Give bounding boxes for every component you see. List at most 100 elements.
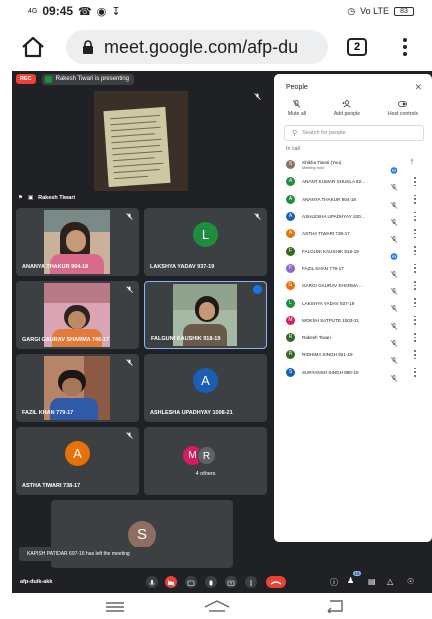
more-options-icon[interactable] [413, 298, 417, 308]
participant-tile[interactable]: L LAKSHYA YADAV 937-19 [144, 208, 267, 276]
camera-off-button[interactable] [165, 576, 177, 588]
raise-hand-button[interactable] [205, 576, 217, 588]
mic-off-icon [390, 230, 398, 243]
mute-all-button[interactable]: Mute all [288, 100, 306, 117]
participant-name-text: ANANT KUMAR SHUKLA 82... [302, 179, 365, 185]
participant-tile[interactable]: FAZIL KHAN 779-17 [16, 354, 139, 422]
people-icon[interactable]: ♟ [347, 576, 354, 585]
participant-name-text: RIDHIMA SINGH 921-19 [302, 352, 353, 358]
avatar: S [128, 521, 156, 549]
camera-off-icon [167, 580, 175, 587]
participant-row[interactable]: A ASHLESHA UPADHYAY 100... [274, 208, 432, 226]
meet-top-bar: REC Rakesh Tiwari is presenting [12, 71, 282, 87]
more-options-icon[interactable] [413, 194, 417, 204]
home-nav-icon[interactable] [203, 599, 231, 613]
avatar: G [286, 281, 295, 291]
more-options-icon[interactable] [413, 350, 417, 360]
overflow-menu-icon[interactable] [398, 36, 412, 58]
more-options-icon[interactable] [413, 263, 417, 273]
participant-row[interactable]: R Rakesh Tiwari [274, 329, 432, 347]
avatar: A [286, 229, 295, 239]
host-controls-button[interactable]: Host controls [388, 100, 418, 117]
presenting-text: Rakesh Tiwari is presenting [55, 76, 129, 82]
participant-name: Rakesh Tiwari [302, 335, 384, 340]
more-options-icon[interactable] [413, 332, 417, 342]
pin-icon[interactable]: † [410, 159, 414, 166]
activities-icon[interactable]: △ [387, 577, 393, 586]
mic-off-icon [254, 93, 261, 100]
participant-tile[interactable]: A ASHLESHA UPADHYAY 1008-21 [144, 354, 267, 422]
participant-row[interactable]: L LAKSHYA YADAV 937-19 [274, 294, 432, 313]
speaking-indicator-icon [390, 161, 398, 174]
more-options-icon[interactable] [413, 177, 417, 187]
back-icon[interactable] [324, 599, 346, 613]
participant-name-text: ANANYA THAKUR 904-18 [302, 196, 356, 202]
home-icon[interactable] [20, 34, 46, 60]
participant-row[interactable]: M MOKSH SATPUTE 1003-21 [274, 312, 432, 330]
participant-name: ASHLESHA UPADHYAY 100... [302, 214, 384, 219]
tab-switcher-button[interactable]: 2 [347, 38, 367, 56]
more-options-icon[interactable] [413, 281, 417, 291]
presented-document [103, 106, 171, 188]
captions-button[interactable] [185, 576, 197, 588]
search-icon: ⚲ [292, 130, 298, 137]
system-nav-bar [0, 593, 432, 619]
participant-row[interactable]: G GARGI GAURAV SHARMA ... [274, 277, 432, 295]
avatar: R [286, 333, 295, 343]
chat-icon[interactable]: ▤ [368, 577, 376, 586]
address-bar[interactable]: meet.google.com/afp-du [66, 30, 328, 64]
participant-row[interactable]: A ASTHA TIWARI 738-17 [274, 225, 432, 243]
participant-row[interactable]: F FALGUNI KAUSHIK 918-19 [274, 242, 432, 261]
participant-row[interactable]: F FAZIL KHAN 779-17 [274, 260, 432, 278]
present-button[interactable] [225, 576, 237, 588]
mic-off-icon [390, 299, 398, 313]
leave-call-button[interactable] [266, 576, 286, 588]
presentation-tile[interactable]: ⚑ ▣ Rakesh Tiwari [12, 89, 274, 207]
panel-actions: Mute all Add people Host controls [274, 100, 432, 117]
info-icon[interactable]: ⓘ [330, 577, 338, 588]
more-options-icon[interactable] [413, 229, 417, 239]
more-options-icon[interactable] [413, 211, 417, 221]
close-icon[interactable]: ✕ [414, 82, 422, 93]
others-tile[interactable]: M R 4 others [144, 427, 267, 495]
participant-name-text: FALGUNI KAUSHIK 918-19 [302, 248, 359, 254]
recent-apps-icon[interactable] [104, 601, 126, 613]
more-options-icon[interactable] [413, 315, 417, 325]
more-vert-icon [250, 580, 252, 586]
participant-row[interactable]: R RIDHIMA SINGH 921-19 [274, 346, 432, 365]
participant-name-text: Rakesh Tiwari [302, 335, 331, 341]
signal-icon: 4G [28, 7, 38, 15]
participant-tile-speaking[interactable]: FALGUNI KAUSHIK 918-19 [144, 281, 267, 349]
add-people-label: Add people [333, 111, 361, 117]
mic-off-icon [390, 265, 398, 278]
participant-count-badge: 15 [353, 571, 362, 576]
avatar: A [286, 194, 295, 204]
status-bar: 4G 09:45 ☎ ◉ ↧ ◷ Vo LTE 83 [0, 0, 432, 22]
participant-name: ANANYA THAKUR 904-18 [22, 264, 89, 270]
presented-screen [94, 91, 188, 191]
people-search-input[interactable]: ⚲ Search for people [284, 125, 424, 141]
participant-tile[interactable]: A ASTHA TIWARI 738-17 [16, 427, 139, 495]
participant-row[interactable]: A ANANYA THAKUR 904-18 [274, 191, 432, 209]
participant-tile[interactable]: ANANYA THAKUR 904-18 [16, 208, 139, 276]
participant-row[interactable]: A ANANT KUMAR SHUKLA 82... [274, 173, 432, 192]
participant-name: ANANYA THAKUR 904-18 [302, 197, 384, 202]
more-options-button[interactable] [245, 576, 257, 588]
notification-toast: KAPISH PATIDAR 697-16 has left the meeti… [19, 547, 169, 561]
more-options-icon[interactable] [413, 246, 417, 256]
mic-button[interactable] [146, 576, 158, 588]
pin-icon: ⚑ [18, 195, 23, 201]
more-options-icon[interactable] [413, 367, 417, 377]
host-lock-icon[interactable]: ☉ [407, 577, 414, 586]
presenting-banner: Rakesh Tiwari is presenting [41, 73, 134, 85]
participant-tile[interactable]: GARGI GAURAV SHARMA 746-17 [16, 281, 139, 349]
participant-row[interactable]: S Shikha Tiwari (You) Meeting host † [274, 156, 432, 174]
mic-off-icon [390, 334, 398, 347]
add-person-icon [342, 100, 351, 108]
mic-off-icon [390, 282, 398, 295]
present-icon [44, 75, 52, 83]
participant-row[interactable]: S SURYANSH SINGH 880-16 [274, 364, 432, 382]
mic-off-icon [390, 317, 398, 330]
participant-name: FAZIL KHAN 779-17 [302, 266, 384, 271]
add-people-button[interactable]: Add people [334, 100, 360, 117]
